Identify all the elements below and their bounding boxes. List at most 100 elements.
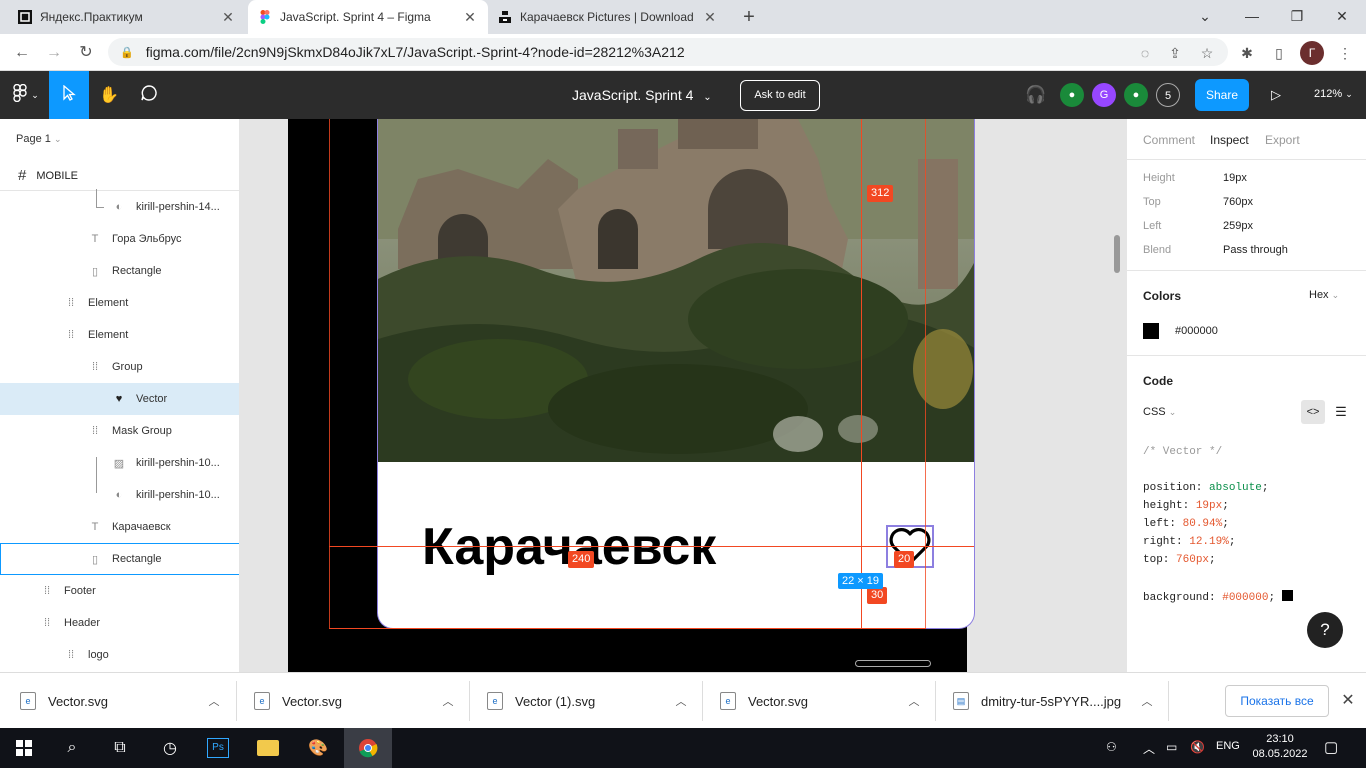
comment-tool-button[interactable] — [129, 71, 169, 119]
chevron-up-icon[interactable]: ︿ — [1135, 693, 1159, 709]
menu-kebab-icon[interactable]: ⋮ — [1334, 42, 1356, 64]
collaborator-avatar-g[interactable]: G — [1092, 83, 1116, 107]
canvas-scrollbar[interactable] — [1114, 235, 1120, 273]
layer-item[interactable]: ⁞⁞ Mask Group — [0, 415, 239, 447]
code-view-icon[interactable]: <> — [1301, 400, 1325, 424]
layer-item[interactable]: ▨ kirill-pershin-10... — [0, 447, 239, 479]
layer-item[interactable]: ⁞⁞ Header — [0, 607, 239, 639]
tab-close-icon[interactable]: ✕ — [462, 9, 478, 26]
omnibox[interactable]: 🔒 figma.com/file/2cn9N9jSkmxD84oJik7xL7/… — [108, 38, 1228, 66]
layer-item[interactable]: T Гора Эльбрус — [0, 223, 239, 255]
tab-karachaevsk-pictures[interactable]: Карачаевск Pictures | Download ✕ — [488, 0, 728, 34]
layer-item[interactable]: ⁞⁞ Group — [0, 351, 239, 383]
maximize-button[interactable]: ❐ — [1277, 4, 1317, 28]
new-tab-button[interactable]: + — [738, 6, 760, 28]
chevron-up-icon[interactable]: ︿ — [202, 693, 226, 709]
tab-figma[interactable]: JavaScript. Sprint 4 – Figma ✕ — [248, 0, 488, 34]
color-format-dropdown[interactable]: Hex ⌄ — [1309, 289, 1339, 301]
download-item[interactable]: ▤ dmitry-tur-5sPYYR....jpg ︿ — [953, 673, 1159, 729]
move-tool-button[interactable] — [49, 71, 89, 119]
tab-comment[interactable]: Comment — [1143, 133, 1195, 147]
close-window-button[interactable]: ✕ — [1322, 4, 1362, 28]
prop-top-value[interactable]: 760px — [1223, 196, 1253, 208]
card-photo[interactable] — [378, 119, 974, 462]
audio-headphones-icon[interactable]: 🎧 — [1025, 85, 1046, 105]
reload-button[interactable]: ↻ — [74, 41, 98, 65]
photoshop-icon[interactable]: Ps — [194, 728, 242, 768]
code-line[interactable]: height: 19px; — [1143, 500, 1229, 512]
layer-item[interactable]: ⁞⁞ logo — [0, 639, 239, 671]
file-title[interactable]: JavaScript. Sprint 4 ⌄ — [572, 87, 712, 103]
url-text[interactable]: figma.com/file/2cn9N9jSkmxD84oJik7xL7/Ja… — [146, 44, 685, 60]
hand-tool-button[interactable]: ✋ — [89, 71, 129, 119]
layer-item-hovered[interactable]: ▯ Rectangle — [0, 543, 239, 575]
tab-search-chevron-icon[interactable]: ⌄ — [1185, 4, 1225, 28]
tab-yandex-praktikum[interactable]: Яндекс.Практикум ✕ — [8, 0, 246, 34]
prop-height-value[interactable]: 19px — [1223, 172, 1247, 184]
windows-start-icon[interactable] — [0, 728, 48, 768]
layer-item[interactable]: ⁞⁞ Element — [0, 319, 239, 351]
show-all-downloads-button[interactable]: Показать все — [1225, 685, 1329, 717]
layer-frame-mobile[interactable]: # MOBILE — [0, 161, 239, 191]
ask-to-edit-button[interactable]: Ask to edit — [740, 80, 820, 111]
chevron-up-icon[interactable]: ︿ — [436, 693, 460, 709]
system-clock[interactable]: 23:10 08.05.2022 — [1252, 732, 1308, 762]
code-line[interactable]: position: absolute; — [1143, 482, 1268, 494]
layer-item[interactable]: T Карачаевск — [0, 511, 239, 543]
collaborator-avatar[interactable]: ● — [1124, 83, 1148, 107]
design-canvas[interactable]: Карачаевск 312 240 20 30 22 × 19 — [240, 119, 1126, 672]
card-title[interactable]: Карачаевск — [422, 517, 716, 577]
download-item[interactable]: e Vector.svg ︿ — [20, 673, 226, 729]
notifications-icon[interactable]: ▢ — [1324, 738, 1338, 756]
side-panel-icon[interactable]: ▯ — [1268, 42, 1290, 64]
zoom-level[interactable]: 212% ⌄ — [1314, 88, 1353, 100]
color-swatch[interactable] — [1143, 323, 1159, 339]
language-indicator[interactable]: ENG — [1216, 740, 1240, 752]
code-language-dropdown[interactable]: CSS ⌄ — [1143, 406, 1176, 418]
back-button[interactable]: ← — [10, 41, 34, 65]
share-page-icon[interactable]: ⇪ — [1164, 42, 1186, 64]
layer-item[interactable]: ▯ Rectangle — [0, 255, 239, 287]
layer-item[interactable]: ◐ kirill-pershin-10... — [0, 479, 239, 511]
file-explorer-icon[interactable] — [244, 728, 292, 768]
color-hex-value[interactable]: #000000 — [1175, 325, 1218, 337]
chrome-icon[interactable] — [344, 728, 392, 768]
code-line[interactable]: top: 760px; — [1143, 554, 1216, 566]
volume-muted-icon[interactable]: 🔇 — [1190, 740, 1205, 754]
extensions-puzzle-icon[interactable]: ✱ — [1236, 42, 1258, 64]
download-item[interactable]: e Vector.svg ︿ — [254, 673, 460, 729]
bookmark-star-icon[interactable]: ☆ — [1196, 42, 1218, 64]
clock-app-icon[interactable]: ◷ — [146, 728, 194, 768]
code-line[interactable]: left: 80.94%; — [1143, 518, 1229, 530]
task-view-icon[interactable]: ⧉ — [96, 728, 144, 768]
eye-off-icon[interactable]: ◌ — [1134, 42, 1156, 64]
tab-close-icon[interactable]: ✕ — [220, 9, 236, 26]
tab-export[interactable]: Export — [1265, 133, 1300, 147]
present-play-icon[interactable]: ▷ — [1271, 87, 1281, 103]
forward-button[interactable]: → — [42, 41, 66, 65]
collaborator-avatar[interactable]: ● — [1060, 83, 1084, 107]
chevron-up-icon[interactable]: ︿ — [669, 693, 693, 709]
share-button[interactable]: Share — [1195, 79, 1249, 111]
code-line[interactable]: right: 12.19%; — [1143, 536, 1235, 548]
list-view-icon[interactable]: ☰ — [1329, 400, 1353, 424]
download-item[interactable]: e Vector (1).svg ︿ — [487, 673, 693, 729]
chevron-up-icon[interactable]: ︿ — [1143, 740, 1155, 757]
prop-left-value[interactable]: 259px — [1223, 220, 1253, 232]
prop-blend-value[interactable]: Pass through — [1223, 244, 1288, 256]
layer-item[interactable]: ⁞⁞ Footer — [0, 575, 239, 607]
help-button[interactable]: ? — [1307, 612, 1343, 648]
code-line[interactable]: background: #000000; — [1143, 590, 1293, 604]
paint-palette-icon[interactable]: 🎨 — [294, 728, 342, 768]
close-downloads-icon[interactable]: ✕ — [1338, 690, 1358, 710]
battery-icon[interactable]: ▭ — [1166, 740, 1177, 754]
minimize-button[interactable]: — — [1232, 4, 1272, 28]
tab-inspect[interactable]: Inspect — [1210, 133, 1249, 147]
layer-item-selected[interactable]: ♥ Vector — [0, 383, 239, 415]
people-icon[interactable]: ⚇ — [1106, 740, 1117, 754]
chevron-up-icon[interactable]: ︿ — [902, 693, 926, 709]
tab-close-icon[interactable]: ✕ — [702, 9, 718, 26]
layer-item[interactable]: ⁞⁞ Element — [0, 287, 239, 319]
mobile-frame[interactable]: Карачаевск 312 240 20 30 22 × 19 — [288, 119, 975, 672]
search-icon[interactable]: ⌕ — [48, 728, 96, 768]
